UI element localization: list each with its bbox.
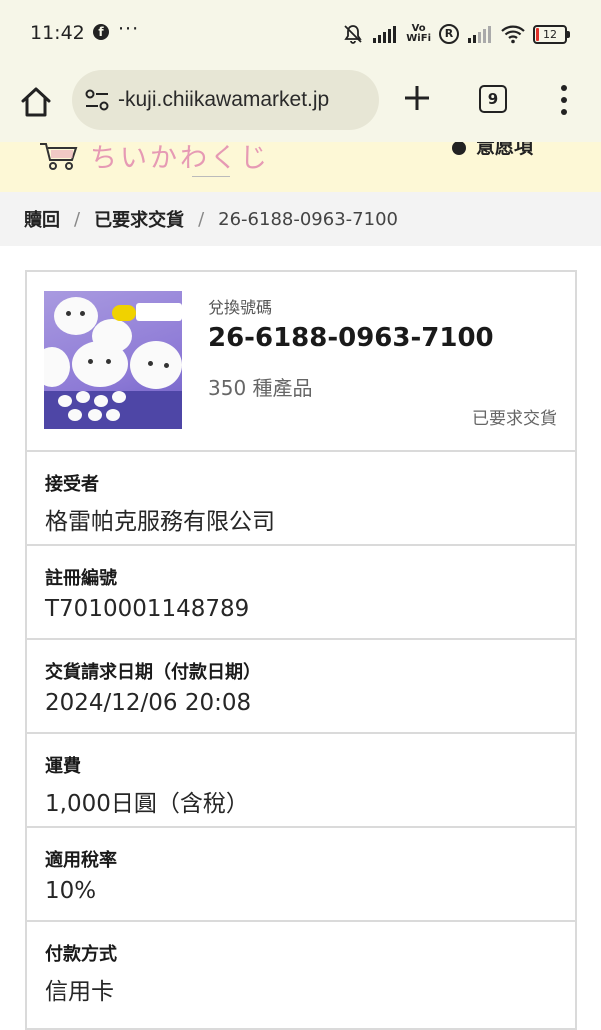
url-text[interactable]: -kuji.chiikawamarket.jp xyxy=(118,88,329,112)
breadcrumb-current: 26-6188-0963-7100 xyxy=(218,208,398,230)
detail-label: 交貨請求日期（付款日期） xyxy=(45,662,261,683)
detail-label: 註冊編號 xyxy=(45,568,117,589)
detail-value: 信用卡 xyxy=(45,979,114,1005)
character-eye xyxy=(88,359,93,364)
character-eye xyxy=(80,311,85,316)
signal-weak-icon xyxy=(468,26,491,43)
detail-row-delivery-date: 交貨請求日期（付款日期） 2024/12/06 20:08 xyxy=(27,640,575,734)
battery-level: 12 xyxy=(543,27,557,41)
mini-figure xyxy=(88,409,102,421)
signal-icon xyxy=(373,26,397,43)
product-image xyxy=(44,291,182,429)
battery-icon: 12 xyxy=(533,24,570,44)
logo-underline xyxy=(192,176,230,177)
detail-label: 運費 xyxy=(45,756,81,777)
detail-row-recipient: 接受者 格雷帕克服務有限公司 xyxy=(27,452,575,546)
breadcrumb-delivery-requested[interactable]: 已要求交貨 xyxy=(94,206,184,232)
product-summary: 兌換號碼 26-6188-0963-7100 350 種產品 已要求交貨 xyxy=(27,272,575,452)
breadcrumb-separator: / xyxy=(198,208,205,230)
product-banner-badge xyxy=(112,305,136,321)
header-link-label: 意愿項 xyxy=(476,142,534,158)
cart-logo-icon[interactable] xyxy=(38,142,80,172)
site-logo[interactable]: ちいかわくじ xyxy=(90,142,270,175)
detail-row-tax-rate: 適用稅率 10% xyxy=(27,828,575,922)
mini-figure xyxy=(76,391,90,403)
detail-row-registration-number: 註冊編號 T7010001148789 xyxy=(27,546,575,640)
new-tab-icon[interactable] xyxy=(402,83,432,113)
browser-toolbar: -kuji.chiikawamarket.jp 9 xyxy=(0,64,601,142)
product-banner xyxy=(136,303,182,321)
detail-label: 付款方式 xyxy=(45,944,117,965)
mini-figure xyxy=(112,391,126,403)
character-eye xyxy=(66,311,71,316)
character-figure xyxy=(54,297,98,335)
detail-label: 適用稅率 xyxy=(45,850,117,871)
breadcrumb-separator: / xyxy=(74,208,81,230)
wifi-icon xyxy=(501,25,525,44)
url-bar[interactable]: -kuji.chiikawamarket.jp xyxy=(72,70,379,130)
redemption-code-label: 兌換號碼 xyxy=(208,298,273,317)
mini-figure xyxy=(58,395,72,407)
mute-icon xyxy=(344,25,362,44)
detail-value: 10% xyxy=(45,878,97,904)
redemption-code: 26-6188-0963-7100 xyxy=(208,323,494,353)
product-count: 350 種產品 xyxy=(208,376,313,400)
more-dots-icon: ··· xyxy=(118,18,140,40)
volte-icon: Vo WiFi xyxy=(406,23,431,44)
home-icon[interactable] xyxy=(18,84,54,120)
site-header: ちいかわくじ 意愿項 xyxy=(0,142,601,192)
facebook-icon: f xyxy=(93,24,109,40)
mini-figure xyxy=(94,395,108,407)
tab-switcher-button[interactable]: 9 xyxy=(479,85,507,113)
header-wishlist-link[interactable]: 意愿項 xyxy=(452,142,533,159)
detail-value: T7010001148789 xyxy=(45,596,250,622)
detail-row-payment-method: 付款方式 信用卡 xyxy=(27,922,575,1016)
detail-label: 接受者 xyxy=(45,474,99,495)
detail-row-shipping-fee: 運費 1,000日圓（含稅） xyxy=(27,734,575,828)
overflow-menu-icon[interactable] xyxy=(556,82,572,118)
character-figure xyxy=(44,347,70,387)
mini-figure xyxy=(106,409,120,421)
breadcrumb: 贖回 / 已要求交貨 / 26-6188-0963-7100 xyxy=(0,192,601,246)
order-detail-card: 兌換號碼 26-6188-0963-7100 350 種產品 已要求交貨 接受者… xyxy=(25,270,577,1030)
character-figure xyxy=(130,341,182,389)
character-eye xyxy=(164,363,169,368)
status-icons: Vo WiFi R 12 xyxy=(342,20,570,48)
status-time: 11:42 xyxy=(30,22,85,44)
breadcrumb-redeem[interactable]: 贖回 xyxy=(24,206,60,232)
character-eye xyxy=(106,359,111,364)
status-bar: 11:42 f ··· Vo WiFi R 12 xyxy=(0,0,601,64)
detail-value: 1,000日圓（含稅） xyxy=(45,791,249,817)
mini-figure xyxy=(68,409,82,421)
detail-value: 2024/12/06 20:08 xyxy=(45,690,252,716)
detail-value: 格雷帕克服務有限公司 xyxy=(45,509,275,535)
wishlist-icon xyxy=(452,142,466,155)
site-settings-icon[interactable] xyxy=(84,88,110,112)
status-badge: 已要求交貨 xyxy=(472,409,557,429)
character-eye xyxy=(148,361,153,366)
character-figure xyxy=(72,341,128,387)
registered-icon: R xyxy=(439,24,459,44)
